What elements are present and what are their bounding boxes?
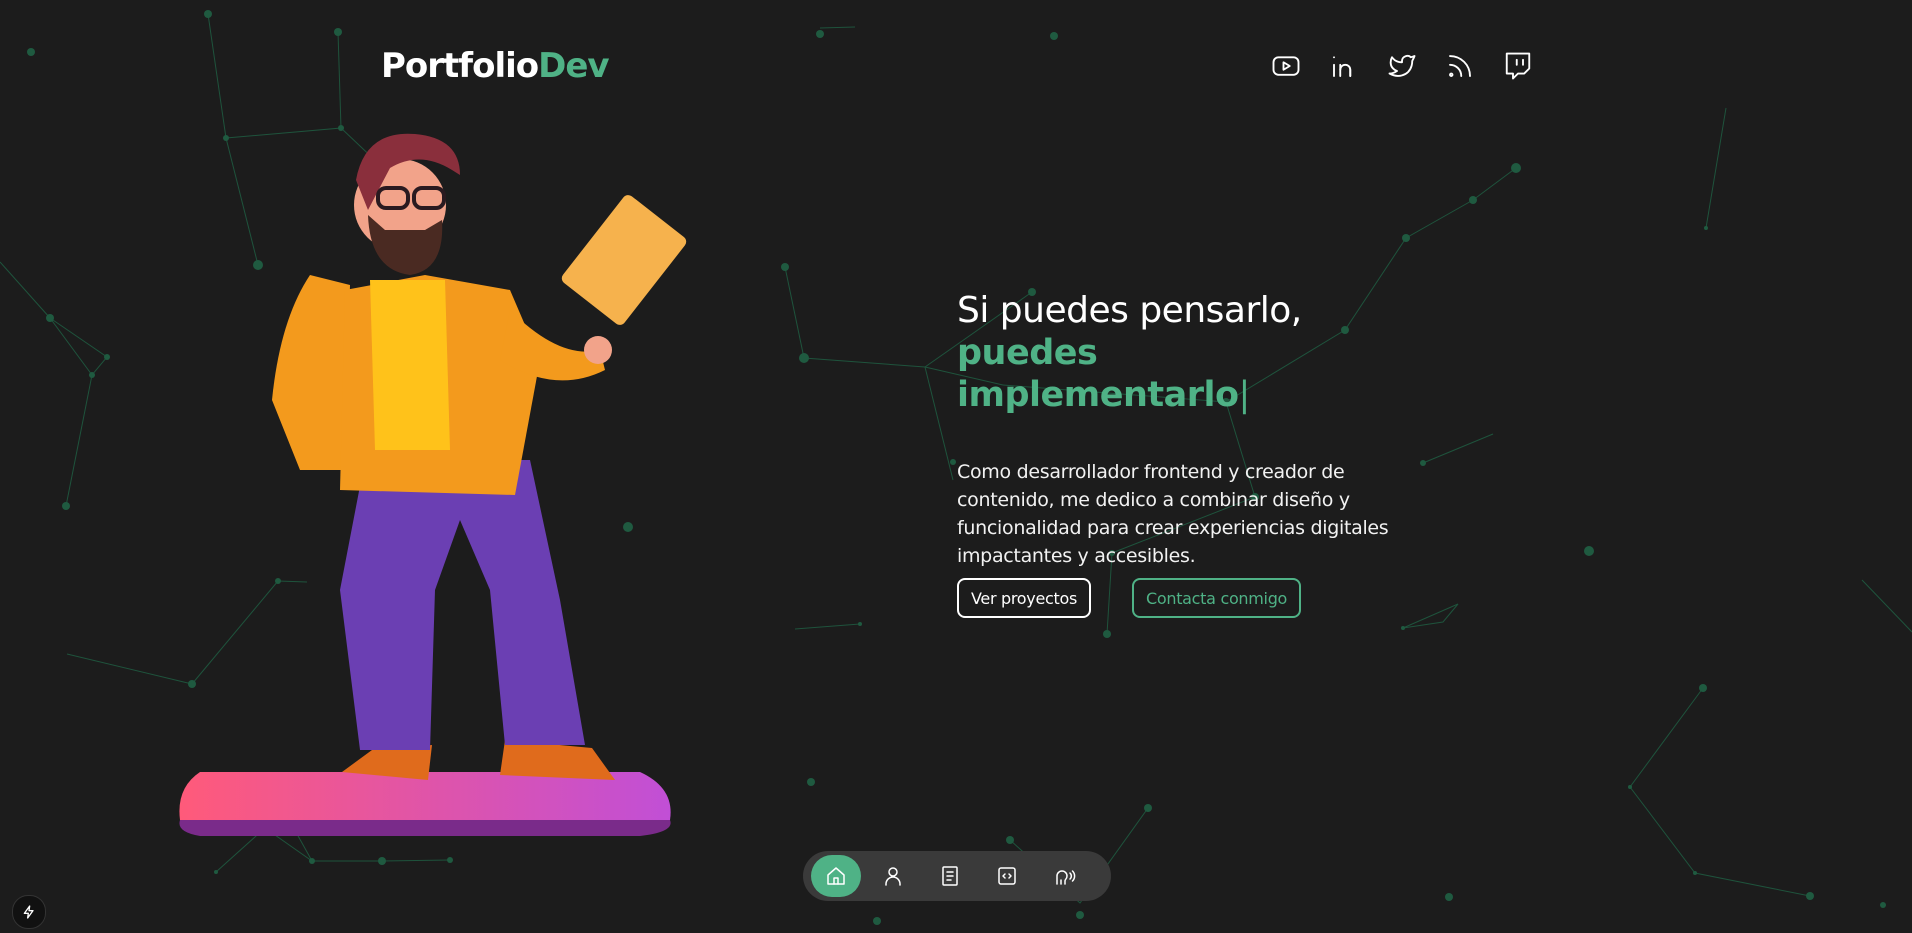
home-icon — [827, 867, 845, 885]
rss-icon — [1449, 55, 1471, 77]
hero-title-line1: Si puedes pensarlo, — [957, 290, 1302, 331]
hero-section: Si puedes pensarlo, puedes implementarlo… — [957, 290, 1397, 618]
dev-toolbar-button[interactable] — [12, 895, 46, 929]
hero-title-highlight: puedes implementarlo — [957, 333, 1239, 415]
voice-icon — [1056, 870, 1076, 885]
developer-illustration — [179, 133, 687, 836]
dock-blog[interactable] — [925, 855, 975, 897]
twitch-link[interactable] — [1500, 48, 1536, 84]
twitter-icon — [1388, 54, 1416, 77]
bolt-icon — [23, 905, 34, 919]
dock-podcast[interactable] — [1039, 855, 1089, 897]
dock-home[interactable] — [811, 855, 861, 897]
book-icon — [942, 866, 958, 886]
typing-cursor: | — [1238, 375, 1251, 415]
dock-about[interactable] — [868, 855, 918, 897]
bottom-dock — [803, 851, 1111, 901]
dock-projects[interactable] — [982, 855, 1032, 897]
twitch-icon — [1505, 52, 1531, 80]
hero-actions: Ver proyectos Contacta conmigo — [957, 578, 1302, 618]
linkedin-icon — [1333, 56, 1352, 77]
hero-description: Como desarrollador frontend y creador de… — [957, 461, 1389, 567]
logo-accent: Dev — [538, 46, 609, 86]
linkedin-link[interactable] — [1326, 48, 1362, 84]
user-icon — [885, 867, 901, 886]
site-logo[interactable]: PortfolioDev — [381, 44, 610, 88]
contact-button[interactable]: Contacta conmigo — [1132, 578, 1302, 618]
hero-title-line2: puedes implementarlo| — [957, 332, 1397, 416]
social-links — [1268, 48, 1536, 84]
code-icon — [998, 867, 1016, 885]
rss-link[interactable] — [1442, 48, 1478, 84]
logo-main: Portfolio — [381, 46, 539, 86]
youtube-link[interactable] — [1268, 48, 1304, 84]
youtube-icon — [1272, 56, 1300, 76]
twitter-link[interactable] — [1384, 48, 1420, 84]
view-projects-button[interactable]: Ver proyectos — [957, 578, 1091, 618]
